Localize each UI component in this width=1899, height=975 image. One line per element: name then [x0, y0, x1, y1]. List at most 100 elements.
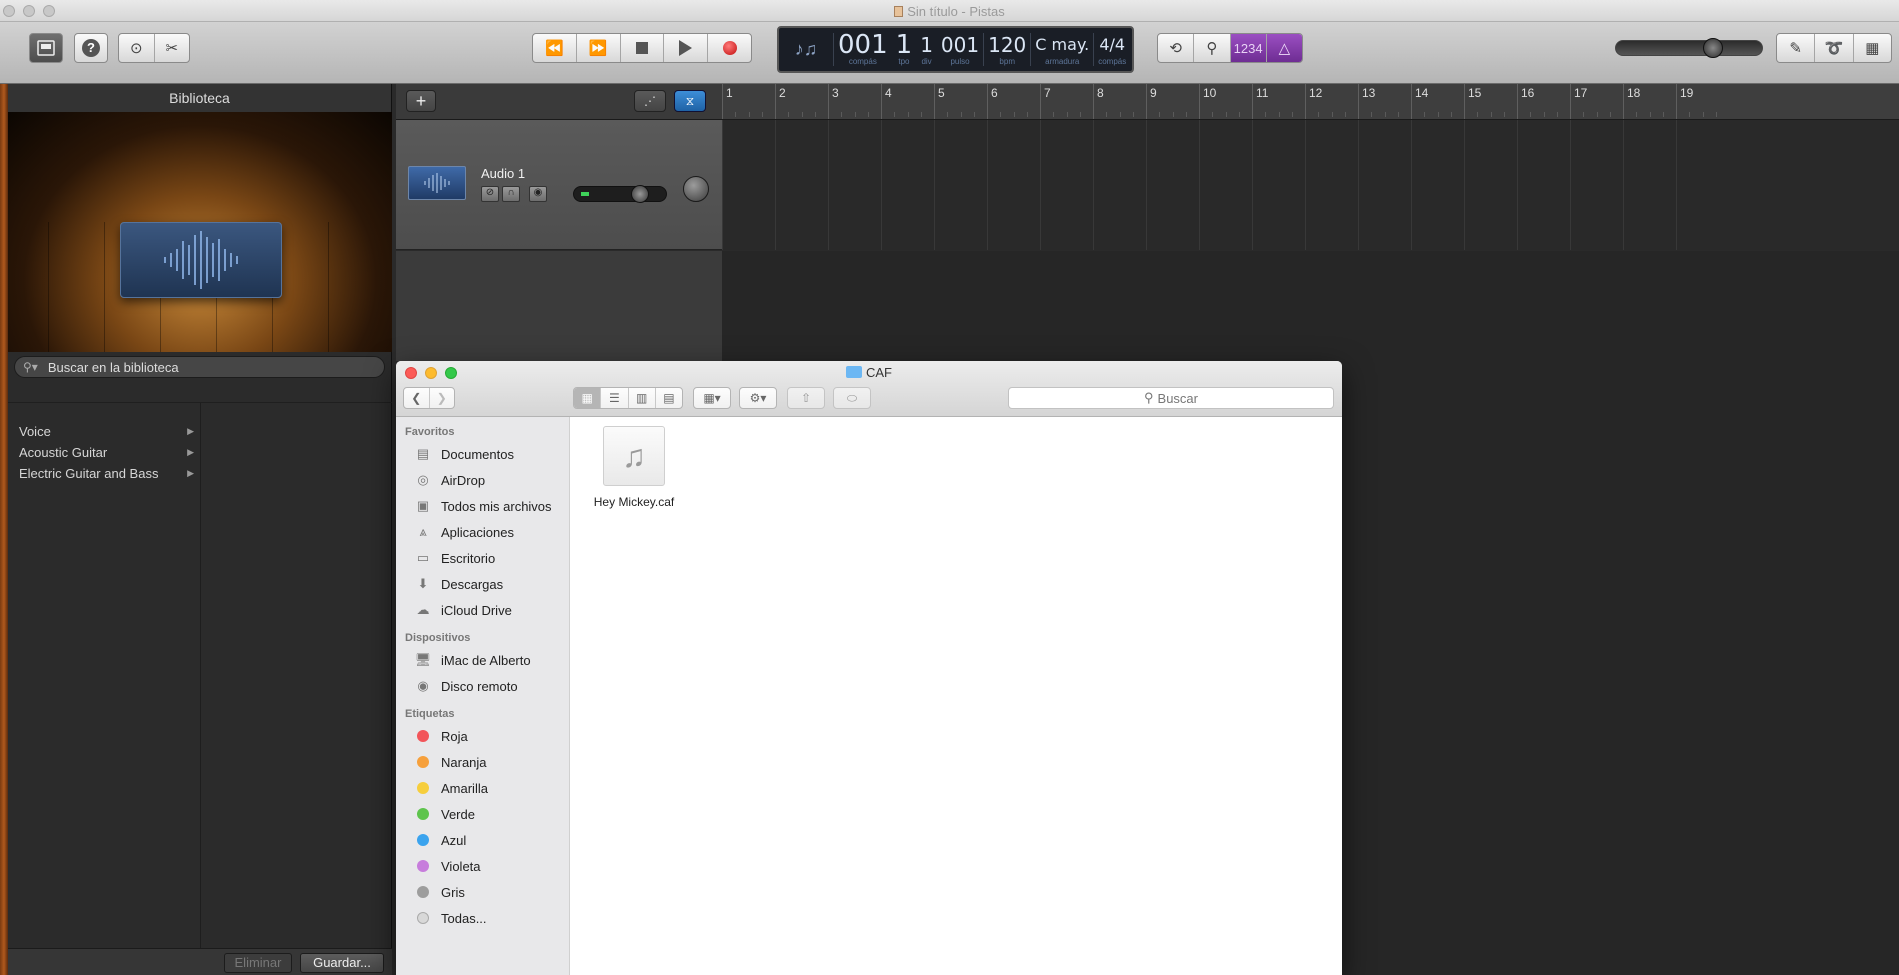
- lcd-tick[interactable]: 001 pulso: [937, 28, 983, 71]
- smart-controls-icon: ⊙: [129, 40, 143, 57]
- lcd-display[interactable]: ♪♫ 001 compás 1 tpo 1 div 001 pulso 120 …: [777, 26, 1134, 73]
- solo-button[interactable]: ∩: [502, 186, 520, 202]
- lcd-mode-icons[interactable]: ♪♫: [779, 28, 833, 71]
- tracks-empty-area: [396, 251, 722, 361]
- sidebar-tag-roja[interactable]: Roja: [396, 723, 569, 749]
- grid-bar-line: [722, 120, 723, 250]
- mute-icon: ⊘: [485, 187, 495, 198]
- sidebar-tag-azul[interactable]: Azul: [396, 827, 569, 853]
- automation-button[interactable]: ⋰: [634, 90, 666, 112]
- cycle-button[interactable]: ⟲: [1158, 34, 1195, 62]
- library-button[interactable]: [29, 33, 63, 63]
- master-volume-knob[interactable]: [1703, 38, 1723, 58]
- sidebar-item-documentos[interactable]: ▤ Documentos: [396, 441, 569, 467]
- cover-flow-button[interactable]: ▤: [656, 388, 682, 408]
- smart-controls-button[interactable]: ⊙: [119, 34, 155, 62]
- delete-button[interactable]: Eliminar: [224, 953, 292, 973]
- sidebar-item-descargas[interactable]: ⬇ Descargas: [396, 571, 569, 597]
- editors-button[interactable]: ✂: [155, 34, 190, 62]
- track-volume-knob[interactable]: [631, 185, 649, 203]
- action-button[interactable]: ⚙▾: [739, 387, 777, 409]
- flex-button[interactable]: ⧖: [674, 90, 706, 112]
- sidebar-tag-naranja[interactable]: Naranja: [396, 749, 569, 775]
- sidebar-item-escritorio[interactable]: ▭ Escritorio: [396, 545, 569, 571]
- ruler-bar-number: 16: [1521, 86, 1535, 100]
- help-icon: ?: [82, 39, 100, 57]
- ruler-beat-tick: [1265, 112, 1267, 117]
- stop-button[interactable]: [621, 34, 665, 62]
- help-button[interactable]: ?: [74, 33, 108, 63]
- ruler-beat-tick: [947, 112, 949, 117]
- window-title: Sin título - Pistas: [0, 4, 1899, 19]
- count-in-button[interactable]: 1234: [1230, 34, 1267, 62]
- sidebar-item-aplicaciones[interactable]: ⩓ Aplicaciones: [396, 519, 569, 545]
- sidebar-tag-amarilla[interactable]: Amarilla: [396, 775, 569, 801]
- list-view-button[interactable]: ☰: [601, 388, 629, 408]
- ruler-beat-tick: [1344, 112, 1346, 117]
- sidebar-item-icloud-drive[interactable]: ☁ iCloud Drive: [396, 597, 569, 623]
- play-button[interactable]: [664, 34, 709, 62]
- media-browser-button[interactable]: ▦: [1854, 34, 1891, 62]
- back-button[interactable]: ❮: [404, 388, 430, 408]
- share-button[interactable]: ⇧: [787, 387, 825, 409]
- lcd-bar[interactable]: 001 compás: [834, 28, 892, 71]
- ruler-beat-tick: [1212, 112, 1214, 117]
- library-search-field[interactable]: ⚲▾ Buscar en la biblioteca: [14, 356, 385, 378]
- add-track-button[interactable]: +: [406, 90, 436, 112]
- finder-search-field[interactable]: ⚲ Buscar: [1008, 387, 1334, 409]
- ruler-bar-tick: [775, 84, 776, 119]
- track-region-grid[interactable]: [722, 120, 1899, 250]
- library-item-acoustic-guitar[interactable]: Acoustic Guitar ▶: [8, 442, 200, 463]
- library-item-electric-guitar-bass[interactable]: Electric Guitar and Bass ▶: [8, 463, 200, 484]
- search-icon: ⚲▾: [23, 360, 38, 374]
- timeline-ruler[interactable]: 1 2 3 4 5 6 7 8 9 10 11 12 13 14 15 16 17 18 19: [722, 84, 1899, 120]
- library-item-voice[interactable]: Voice ▶: [8, 421, 200, 442]
- ruler-beat-tick: [920, 112, 922, 117]
- lcd-key[interactable]: C may. armadura: [1031, 28, 1093, 71]
- sidebar-item-airdrop[interactable]: ◎ AirDrop: [396, 467, 569, 493]
- sidebar-tag-todas[interactable]: Todas...: [396, 905, 569, 931]
- pan-knob[interactable]: [683, 176, 709, 202]
- ruler-bar-tick: [1252, 84, 1253, 119]
- library-title: Biblioteca: [8, 84, 391, 112]
- lcd-div[interactable]: 1 div: [916, 28, 937, 71]
- sidebar-item-todos-mis-archivos[interactable]: ▣ Todos mis archivos: [396, 493, 569, 519]
- sidebar-tag-violeta[interactable]: Violeta: [396, 853, 569, 879]
- loop-browser-button[interactable]: ➰: [1815, 34, 1854, 62]
- grid-bar-line: [881, 120, 882, 250]
- sidebar-item-imac[interactable]: 🖥 iMac de Alberto: [396, 647, 569, 673]
- note-pad-button[interactable]: ✎: [1777, 34, 1816, 62]
- rewind-button[interactable]: ⏪: [533, 34, 577, 62]
- tuner-icon: ⚲: [1206, 40, 1218, 57]
- record-button[interactable]: [708, 34, 751, 62]
- track-header-audio-1[interactable]: Audio 1 ⊘ ∩ ◉: [396, 120, 722, 250]
- icon-view-button[interactable]: ▦: [574, 388, 602, 408]
- save-button[interactable]: Guardar...: [300, 953, 384, 973]
- sidebar-item-disco-remoto[interactable]: ◉ Disco remoto: [396, 673, 569, 699]
- track-volume-slider[interactable]: [573, 185, 667, 203]
- sidebar-tag-gris[interactable]: Gris: [396, 879, 569, 905]
- imac-icon: 🖥: [414, 652, 432, 667]
- file-item[interactable]: ♫ Hey Mickey.caf: [580, 417, 688, 517]
- forward-button[interactable]: ❯: [430, 388, 455, 408]
- lcd-beat[interactable]: 1 tpo: [892, 28, 917, 71]
- grid-bar-line: [1305, 120, 1306, 250]
- lcd-signature[interactable]: 4/4 compás: [1094, 28, 1130, 71]
- share-icon: ⇧: [800, 391, 812, 405]
- folder-icon: [846, 366, 862, 378]
- lcd-tempo[interactable]: 120 bpm: [984, 28, 1030, 71]
- sidebar-tag-verde[interactable]: Verde: [396, 801, 569, 827]
- search-icon: ⚲: [1144, 390, 1154, 405]
- master-volume-slider[interactable]: [1615, 38, 1763, 58]
- tags-button[interactable]: ⬭: [833, 387, 871, 409]
- mute-button[interactable]: ⊘: [481, 186, 499, 202]
- ruler-beat-tick: [1053, 112, 1055, 117]
- tuner-button[interactable]: ⚲: [1194, 34, 1231, 62]
- column-view-button[interactable]: ▥: [629, 388, 656, 408]
- track-name[interactable]: Audio 1: [481, 166, 525, 181]
- fast-forward-button[interactable]: ⏩: [577, 34, 621, 62]
- metronome-button[interactable]: △: [1266, 34, 1302, 62]
- input-monitor-button[interactable]: ◉: [529, 186, 547, 202]
- arrange-button[interactable]: ▦▾: [693, 387, 731, 409]
- ruler-beat-tick: [788, 112, 790, 117]
